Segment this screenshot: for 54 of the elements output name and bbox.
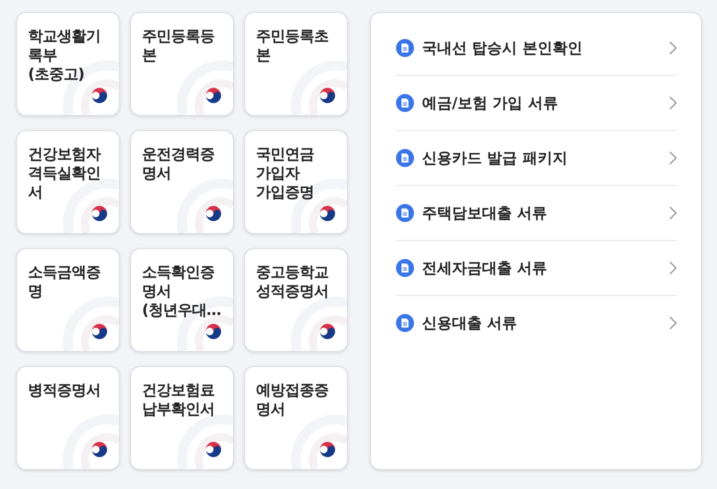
chevron-right-icon [669,206,677,220]
taegeuk-icon [90,322,109,341]
taegeuk-icon [318,322,337,341]
document-card[interactable]: 예방접종증 명서 [244,366,348,470]
taegeuk-icon [204,322,223,341]
package-item[interactable]: 국내선 탑승시 본인확인 [396,21,677,76]
document-icon [396,39,414,57]
card-title: 예방접종증 명서 [256,381,328,419]
taegeuk-icon [204,440,223,459]
chevron-right-icon [669,261,677,275]
taegeuk-icon [318,86,337,105]
document-icon [396,314,414,332]
taegeuk-icon [90,204,109,223]
document-icon [396,204,414,222]
package-item[interactable]: 전세자금대출 서류 [396,241,677,296]
document-card[interactable]: 소득금액증 명 [16,248,120,352]
card-title: 중고등학교 성적증명서 [256,263,328,301]
document-icon [396,94,414,112]
document-card[interactable]: 주민등록초 본 [244,12,348,116]
document-card[interactable]: 중고등학교 성적증명서 [244,248,348,352]
chevron-right-icon [669,151,677,165]
card-title: 학교생활기 록부 (초중고) [28,27,100,84]
chevron-right-icon [669,316,677,330]
taegeuk-icon [318,204,337,223]
taegeuk-icon [204,86,223,105]
package-item[interactable]: 예금/보험 가입 서류 [396,76,677,131]
package-item[interactable]: 주택담보대출 서류 [396,186,677,241]
document-icon [396,149,414,167]
document-card[interactable]: 운전경력증 명서 [130,130,234,234]
package-item[interactable]: 신용대출 서류 [396,296,677,350]
card-title: 주민등록등 본 [142,27,214,65]
card-title: 건강보험자 격득실확인 서 [28,145,100,202]
card-title: 병적증명서 [28,381,100,400]
document-card[interactable]: 건강보험자 격득실확인 서 [16,130,120,234]
card-title: 주민등록초 본 [256,27,328,65]
taegeuk-icon [90,86,109,105]
document-card[interactable]: 주민등록등 본 [130,12,234,116]
card-title: 소득확인증 명서 (청년우대… [142,263,221,320]
taegeuk-icon [318,440,337,459]
card-title: 운전경력증 명서 [142,145,214,183]
taegeuk-icon [90,440,109,459]
document-card[interactable]: 학교생활기 록부 (초중고) [16,12,120,116]
document-icon [396,259,414,277]
document-card[interactable]: 국민연금 가입자 가입증명 [244,130,348,234]
document-card[interactable]: 건강보험료 납부확인서 [130,366,234,470]
card-title: 건강보험료 납부확인서 [142,381,214,419]
document-card[interactable]: 병적증명서 [16,366,120,470]
card-title: 소득금액증 명 [28,263,100,301]
chevron-right-icon [669,41,677,55]
document-card[interactable]: 소득확인증 명서 (청년우대… [130,248,234,352]
taegeuk-icon [204,204,223,223]
chevron-right-icon [669,96,677,110]
package-item[interactable]: 신용카드 발급 패키지 [396,131,677,186]
card-title: 국민연금 가입자 가입증명 [256,145,314,202]
